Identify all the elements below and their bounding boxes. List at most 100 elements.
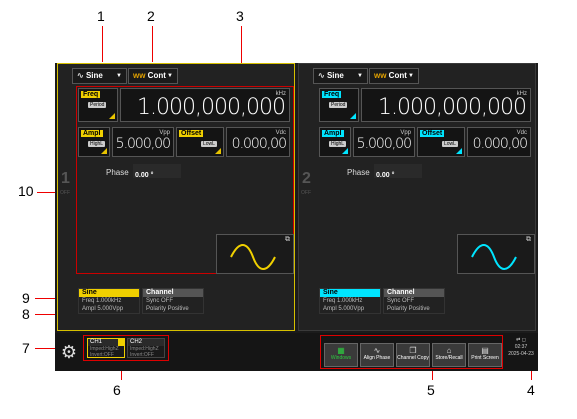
ch1-freq-tag: Freq <box>81 91 101 98</box>
bottom-bar: ⚙ CH1 Imped:HighZ Invert:OFF CH2 Imped:H… <box>55 333 538 371</box>
callout-3: 3 <box>236 8 244 24</box>
ch2-mode-dropdown[interactable]: ᴡᴡ Cont ▼ <box>369 68 419 84</box>
sine-wave-icon: ∿ <box>77 71 86 80</box>
windows-label: Windows <box>330 355 352 361</box>
ch1-info-wave-title: Sine <box>79 289 139 297</box>
callout-4: 4 <box>527 382 535 398</box>
windows-button[interactable]: ▦ Windows <box>324 343 358 367</box>
chevron-down-icon: ▼ <box>357 73 363 79</box>
callout-9: 9 <box>22 290 30 306</box>
ch1-waveform-label: Sine <box>85 71 103 80</box>
callout-10: 10 <box>18 183 34 199</box>
ch1-info-polarity: Polarity Positive <box>146 306 189 312</box>
ch2-ampl-tag: Ampl <box>322 130 344 137</box>
ch2-channel-info-card[interactable]: Channel Sync OFF Polarity Positive <box>383 288 445 314</box>
ch2-waveform-dropdown[interactable]: ∿ Sine ▼ <box>313 68 368 84</box>
ch2-info-ampl: Ampl 5.000Vpp <box>323 306 365 312</box>
callout-7: 7 <box>22 340 30 356</box>
settings-button[interactable]: ⚙ <box>58 341 80 363</box>
ch2-waveform-preview: ⧉ <box>457 234 535 274</box>
ch1-ampl-tag-box[interactable]: Ampl HighL <box>78 127 110 157</box>
channel-copy-button[interactable]: ❐ Channel Copy <box>396 343 430 367</box>
corner-marker-icon <box>101 148 107 154</box>
callout-1-line <box>102 26 103 62</box>
ch2-info-polarity: Polarity Positive <box>387 306 430 312</box>
corner-marker-icon <box>456 148 462 154</box>
align-phase-button[interactable]: ∿ Align Phase <box>360 343 394 367</box>
ch2-offset-value: 0.000,00 <box>472 136 528 152</box>
ch1-waveform-preview: ⧉ <box>216 234 294 274</box>
ch2-info-freq: Freq 1.000kHz <box>323 298 363 304</box>
ch1-freq-tag-box[interactable]: Freq Period <box>78 88 118 122</box>
ch1-mode-label: Cont <box>147 71 166 80</box>
ch2-lowl-tag: LowL <box>442 141 458 147</box>
ch2-freq-value: 1.000,000,000 <box>378 95 527 120</box>
ch1-mode-dropdown[interactable]: ᴡᴡ Cont ▼ <box>128 68 178 84</box>
store-recall-label: Store/Recall <box>435 355 463 361</box>
ch2-offset-tag: Offset <box>420 130 445 137</box>
gear-icon: ⚙ <box>60 342 78 362</box>
ch1-phase-field[interactable]: 0.00 ° <box>133 164 181 179</box>
ch2-phase-value: 0.00 ° <box>376 172 395 179</box>
channel-2-panel[interactable]: ∿ Sine ▼ ᴡᴡ Cont ▼ Freq Period kHz 1.000,0… <box>298 63 536 331</box>
ch1-channel-info-card[interactable]: Channel Sync OFF Polarity Positive <box>142 288 204 314</box>
sine-preview-icon <box>230 244 276 270</box>
copy-icon: ❐ <box>409 346 417 355</box>
ch1-info-freq: Freq 1.000kHz <box>82 298 122 304</box>
ch1-ampl-value: 5.000,00 <box>115 136 171 152</box>
ch2-phase-label: Phase <box>347 168 370 177</box>
ch2-highl-tag: HighL <box>329 141 347 147</box>
ch2-side-state: OFF <box>301 190 311 196</box>
ch1-status[interactable]: CH1 Imped:HighZ Invert:OFF <box>87 338 125 358</box>
store-recall-button[interactable]: ⌂ Store/Recall <box>432 343 466 367</box>
ch2-ampl-tag-box[interactable]: Ampl HighL <box>319 127 351 157</box>
ch1-highl-tag: HighL <box>88 141 106 147</box>
corner-marker-icon <box>109 113 115 119</box>
burst-wave-icon: ᴡᴡ <box>133 71 148 80</box>
clock-time: 02:37 <box>514 344 528 350</box>
ch1-offset-tag-box[interactable]: Offset LowL <box>176 127 224 157</box>
ch1-info-sync: Sync OFF <box>146 298 174 304</box>
ch2-offset-value-box[interactable]: Vdc 0.000,00 <box>467 127 531 157</box>
print-icon: ▤ <box>481 346 489 355</box>
ch1-wave-info-card[interactable]: Sine Freq 1.000kHz Ampl 5.000Vpp <box>78 288 140 314</box>
ch2-freq-value-box[interactable]: kHz 1.000,000,000 <box>361 88 531 122</box>
ch1-side-strip: 1 OFF <box>60 86 74 276</box>
ch2-side-strip: 2 OFF <box>301 86 315 276</box>
burst-wave-icon: ᴡᴡ <box>374 71 389 80</box>
ch2-freq-tag-box[interactable]: Freq Period <box>319 88 359 122</box>
print-screen-button[interactable]: ▤ Print Screen <box>468 343 502 367</box>
ch2-info-channel-title: Channel <box>384 289 444 297</box>
ch1-invert: Invert:OFF <box>90 352 114 358</box>
ch2-ampl-value-box[interactable]: Vpp 5.000,00 <box>353 127 415 157</box>
ch2-info-sync: Sync OFF <box>387 298 415 304</box>
ch1-info-channel-title: Channel <box>143 289 203 297</box>
ch1-ampl-value-box[interactable]: Vpp 5.000,00 <box>112 127 174 157</box>
chevron-down-icon: ▼ <box>167 73 173 79</box>
ch1-waveform-dropdown[interactable]: ∿ Sine ▼ <box>72 68 127 84</box>
channel-status-area[interactable]: CH1 Imped:HighZ Invert:OFF CH2 Imped:Hig… <box>83 335 169 361</box>
ch2-phase-field[interactable]: 0.00 ° <box>374 164 422 179</box>
sine-preview-icon <box>471 244 517 270</box>
ch2-status-label: CH2 <box>128 339 164 346</box>
ch1-offset-value-box[interactable]: Vdc 0.000,00 <box>226 127 290 157</box>
callout-8: 8 <box>22 306 30 322</box>
ch2-status[interactable]: CH2 Imped:HighZ Invert:OFF <box>127 338 165 358</box>
ch2-wave-info-card[interactable]: Sine Freq 1.000kHz Ampl 5.000Vpp <box>319 288 381 314</box>
ch2-ampl-value: 5.000,00 <box>356 136 412 152</box>
ch2-period-tag: Period <box>329 102 348 108</box>
ch1-freq-value-box[interactable]: kHz 1.000,000,000 <box>120 88 290 122</box>
ch1-side-number: 1 <box>61 170 70 187</box>
expand-icon[interactable]: ⧉ <box>526 236 531 244</box>
ch2-freq-tag: Freq <box>322 91 342 98</box>
ch2-offset-tag-box[interactable]: Offset LowL <box>417 127 465 157</box>
align-phase-icon: ∿ <box>373 346 381 355</box>
ch1-period-tag: Period <box>88 102 107 108</box>
expand-icon[interactable]: ⧉ <box>285 236 290 244</box>
shortcut-area: ▦ Windows ∿ Align Phase ❐ Channel Copy ⌂ Sto… <box>320 335 503 369</box>
usb-icon: ⇄ ◻ <box>516 337 526 343</box>
store-icon: ⌂ <box>446 346 452 355</box>
channel-1-panel[interactable]: ∿ Sine ▼ ᴡᴡ Cont ▼ Freq Period kHz 1.000,0… <box>57 63 295 331</box>
ch1-phase-value: 0.00 ° <box>135 172 154 179</box>
channel-copy-label: Channel Copy <box>397 355 429 361</box>
